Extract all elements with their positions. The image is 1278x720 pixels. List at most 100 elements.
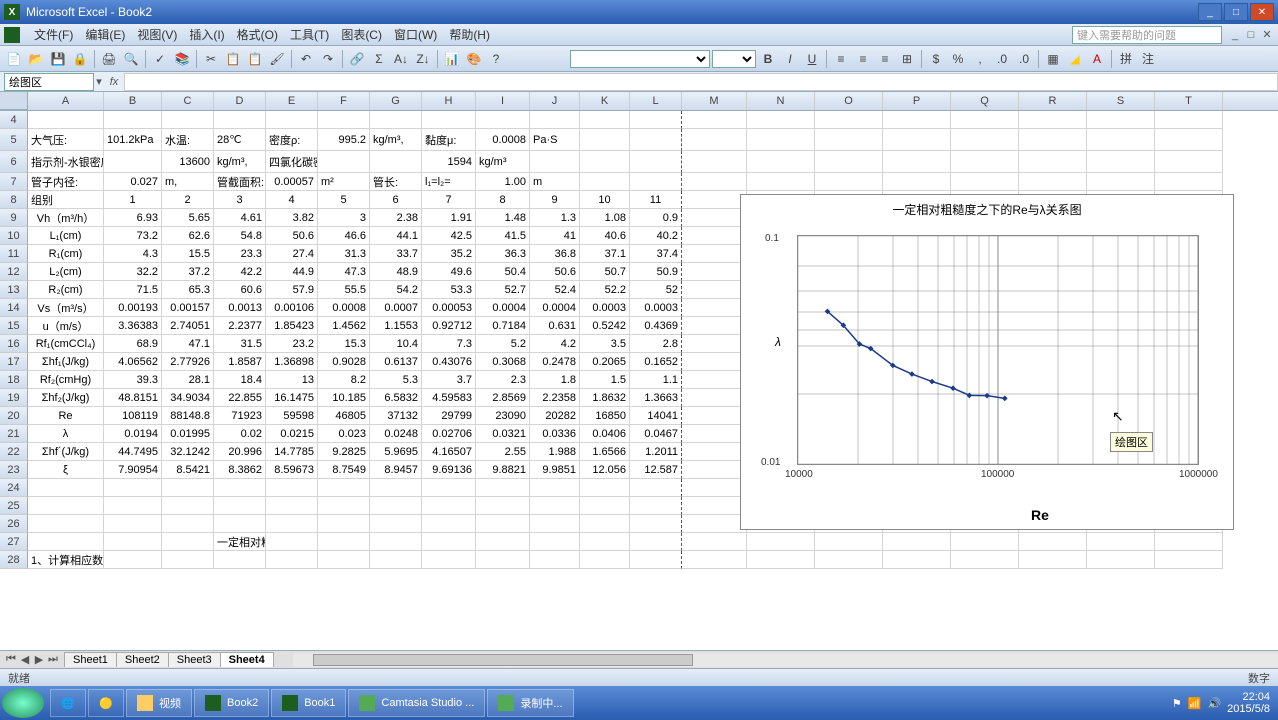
cell[interactable] bbox=[266, 479, 318, 497]
cell[interactable] bbox=[214, 515, 266, 533]
cell[interactable]: Σhf´(J/kg) bbox=[28, 443, 104, 461]
cell[interactable] bbox=[682, 227, 747, 245]
cell[interactable] bbox=[422, 479, 476, 497]
cell[interactable] bbox=[682, 353, 747, 371]
cell[interactable] bbox=[1019, 129, 1087, 151]
cell[interactable]: 0.0194 bbox=[104, 425, 162, 443]
cell[interactable]: 1、计算相应数据，对Re与λ两组数据作图，插入--图表向导--散点图--平滑线散… bbox=[28, 551, 104, 569]
cell[interactable]: 5.65 bbox=[162, 209, 214, 227]
save-icon[interactable]: 💾 bbox=[48, 49, 68, 69]
cell[interactable]: 52.4 bbox=[530, 281, 580, 299]
sheet-tab[interactable]: Sheet3 bbox=[168, 652, 221, 667]
cell[interactable] bbox=[530, 533, 580, 551]
tray-flag-icon[interactable]: ⚑ bbox=[1172, 697, 1182, 710]
cell[interactable]: 33.7 bbox=[370, 245, 422, 263]
cell[interactable] bbox=[883, 129, 951, 151]
cell[interactable]: 0.9028 bbox=[318, 353, 370, 371]
cell[interactable]: 8.5421 bbox=[162, 461, 214, 479]
menu-tools[interactable]: 工具(T) bbox=[284, 24, 335, 45]
cell[interactable]: m, bbox=[162, 173, 214, 191]
cell[interactable]: 9 bbox=[530, 191, 580, 209]
cell[interactable]: 1.48 bbox=[476, 209, 530, 227]
cell[interactable] bbox=[682, 263, 747, 281]
cell[interactable]: 1.8632 bbox=[580, 389, 630, 407]
menu-window[interactable]: 窗口(W) bbox=[388, 24, 443, 45]
cell[interactable]: Vs（m³/s） bbox=[28, 299, 104, 317]
cell[interactable] bbox=[370, 515, 422, 533]
cell[interactable]: 11 bbox=[630, 191, 682, 209]
cell[interactable] bbox=[815, 533, 883, 551]
cell[interactable]: 0.027 bbox=[104, 173, 162, 191]
cell[interactable] bbox=[630, 129, 682, 151]
cell[interactable]: 46.6 bbox=[318, 227, 370, 245]
col-header-R[interactable]: R bbox=[1019, 92, 1087, 110]
cell[interactable]: 15.3 bbox=[318, 335, 370, 353]
cell[interactable]: 40.6 bbox=[580, 227, 630, 245]
cell[interactable]: 9.8821 bbox=[476, 461, 530, 479]
cell[interactable]: Σhf₁(J/kg) bbox=[28, 353, 104, 371]
name-box-dropdown-icon[interactable]: ▾ bbox=[94, 75, 104, 88]
cell[interactable] bbox=[104, 551, 162, 569]
cell[interactable]: 1.1553 bbox=[370, 317, 422, 335]
doc-minimize-button[interactable]: _ bbox=[1228, 28, 1242, 42]
cell[interactable]: 1.85423 bbox=[266, 317, 318, 335]
cell[interactable] bbox=[747, 533, 815, 551]
cell[interactable] bbox=[476, 515, 530, 533]
cell[interactable]: 1.91 bbox=[422, 209, 476, 227]
row-header[interactable]: 13 bbox=[0, 281, 28, 299]
cell[interactable] bbox=[747, 173, 815, 191]
cell[interactable] bbox=[747, 111, 815, 129]
col-header-J[interactable]: J bbox=[530, 92, 580, 110]
cell[interactable]: 27.4 bbox=[266, 245, 318, 263]
cell[interactable] bbox=[422, 497, 476, 515]
cell[interactable] bbox=[318, 111, 370, 129]
col-header-H[interactable]: H bbox=[422, 92, 476, 110]
cell[interactable] bbox=[318, 151, 370, 173]
cell[interactable]: 42.2 bbox=[214, 263, 266, 281]
cell[interactable]: 大气压: bbox=[28, 129, 104, 151]
cell[interactable]: 41 bbox=[530, 227, 580, 245]
cell[interactable]: 0.5242 bbox=[580, 317, 630, 335]
cell[interactable]: 36.8 bbox=[530, 245, 580, 263]
cell[interactable] bbox=[630, 479, 682, 497]
cell[interactable]: 71.5 bbox=[104, 281, 162, 299]
fx-icon[interactable]: fx bbox=[104, 76, 124, 88]
cell[interactable]: 1.8587 bbox=[214, 353, 266, 371]
cell[interactable]: 1.2011 bbox=[630, 443, 682, 461]
row-header[interactable]: 8 bbox=[0, 191, 28, 209]
spell-icon[interactable]: ✓ bbox=[150, 49, 170, 69]
col-header-T[interactable]: T bbox=[1155, 92, 1223, 110]
sort-desc-icon[interactable]: Z↓ bbox=[413, 49, 433, 69]
cell[interactable]: 23.3 bbox=[214, 245, 266, 263]
horizontal-scrollbar[interactable] bbox=[293, 653, 1278, 667]
cell[interactable] bbox=[162, 479, 214, 497]
cell[interactable]: 1.5 bbox=[580, 371, 630, 389]
cell[interactable]: 35.2 bbox=[422, 245, 476, 263]
cell[interactable] bbox=[266, 533, 318, 551]
row-header[interactable]: 28 bbox=[0, 551, 28, 569]
cell[interactable]: 995.2 bbox=[318, 129, 370, 151]
cell[interactable] bbox=[747, 151, 815, 173]
cell[interactable]: 32.1242 bbox=[162, 443, 214, 461]
cell[interactable]: 黏度μ: bbox=[422, 129, 476, 151]
col-header-M[interactable]: M bbox=[682, 92, 747, 110]
cell[interactable]: 1.4562 bbox=[318, 317, 370, 335]
cell[interactable] bbox=[530, 479, 580, 497]
tab-last-icon[interactable]: ⏭ bbox=[46, 653, 60, 666]
col-header-O[interactable]: O bbox=[815, 92, 883, 110]
cell[interactable]: 0.0406 bbox=[580, 425, 630, 443]
cell[interactable]: 52.2 bbox=[580, 281, 630, 299]
cell[interactable] bbox=[883, 551, 951, 569]
cell[interactable] bbox=[28, 533, 104, 551]
cell[interactable]: 1.36898 bbox=[266, 353, 318, 371]
cell[interactable]: 42.5 bbox=[422, 227, 476, 245]
cell[interactable]: L₂(cm) bbox=[28, 263, 104, 281]
cell[interactable]: 0.0321 bbox=[476, 425, 530, 443]
taskbar-ie-icon[interactable]: 🌐 bbox=[50, 689, 86, 717]
cell[interactable] bbox=[682, 209, 747, 227]
taskbar-item-camtasia[interactable]: Camtasia Studio ... bbox=[348, 689, 485, 717]
cell[interactable]: 9.2825 bbox=[318, 443, 370, 461]
taskbar-item-book2[interactable]: Book2 bbox=[194, 689, 269, 717]
cell[interactable]: 47.3 bbox=[318, 263, 370, 281]
cell[interactable] bbox=[1087, 111, 1155, 129]
